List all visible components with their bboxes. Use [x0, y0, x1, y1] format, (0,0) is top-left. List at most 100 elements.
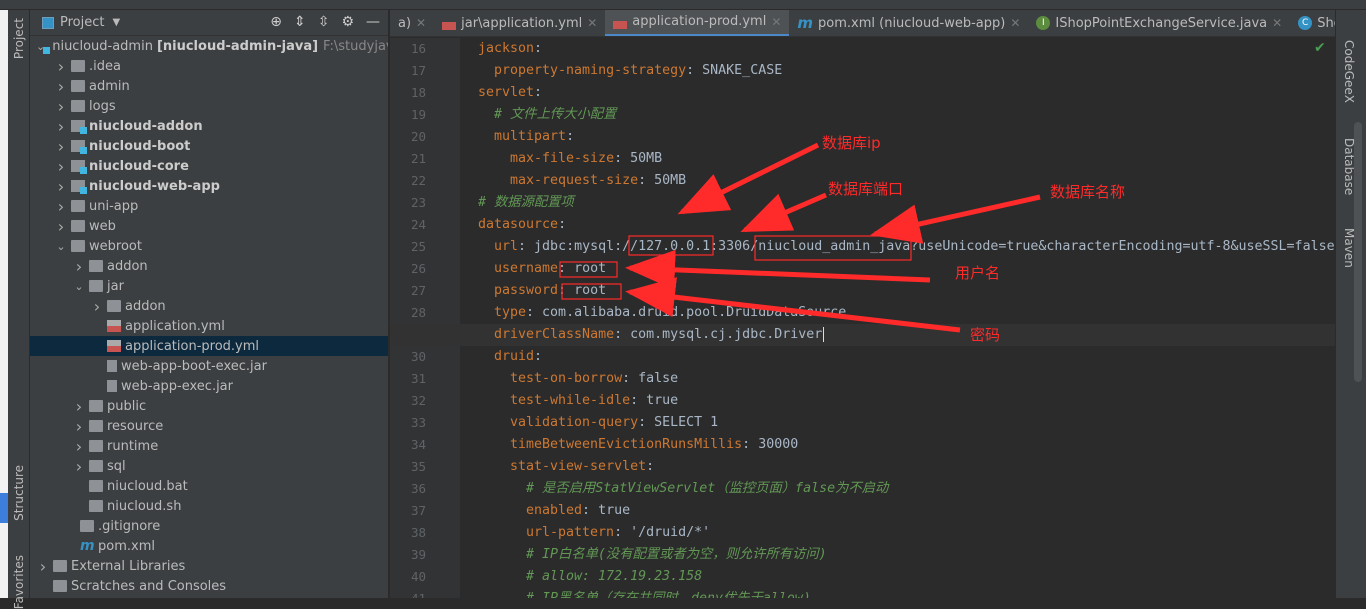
tree-item[interactable]: › niucloud-core [30, 156, 388, 176]
code-line[interactable]: url-pattern: '/druid/*' [390, 522, 1335, 544]
tree-item[interactable]: Scratches and Consoles [30, 576, 388, 596]
chevron-right-icon[interactable]: › [54, 117, 68, 136]
code-line[interactable]: # 文件上传大小配置 [390, 104, 1335, 126]
close-icon[interactable]: ✕ [1010, 16, 1020, 30]
project-tool-button[interactable]: Project [12, 18, 26, 59]
tree-item[interactable]: › sql [30, 456, 388, 476]
close-icon[interactable]: ✕ [771, 15, 781, 29]
tab-2[interactable]: application-prod.yml ✕ [605, 10, 790, 36]
code-line[interactable]: # IP白名单(没有配置或者为空，则允许所有访问) [390, 544, 1335, 566]
chevron-right-icon[interactable]: › [36, 557, 50, 576]
gear-icon[interactable]: ⚙ [341, 14, 354, 30]
code-line[interactable]: stat-view-servlet: [390, 456, 1335, 478]
code-line[interactable]: test-on-borrow: false [390, 368, 1335, 390]
code-line[interactable]: driverClassName: com.mysql.cj.jdbc.Drive… [390, 324, 1335, 346]
code-line[interactable]: # IP黑名单（存在共同时，deny优先于allow) [390, 588, 1335, 598]
chevron-right-icon[interactable]: › [54, 217, 68, 236]
chevron-right-icon[interactable]: › [54, 137, 68, 156]
yaml-key: test-while-idle [510, 393, 631, 408]
collapse-all-icon[interactable]: ⇳ [318, 14, 330, 30]
tree-item[interactable]: › niucloud-addon [30, 116, 388, 136]
code-line[interactable]: type: com.alibaba.druid.pool.DruidDataSo… [390, 302, 1335, 324]
tab-1[interactable]: jar\application.yml ✕ [434, 10, 605, 36]
tree-item[interactable]: › public [30, 396, 388, 416]
tree-item-label: runtime [107, 438, 159, 454]
tree-item[interactable]: › runtime [30, 436, 388, 456]
chevron-right-icon[interactable]: › [72, 397, 86, 416]
favorites-tool-button[interactable]: Favorites [12, 555, 26, 609]
code-line[interactable]: property-naming-strategy: SNAKE_CASE [390, 60, 1335, 82]
tree-item-label: niucloud-core [89, 158, 189, 174]
chevron-right-icon[interactable]: › [90, 297, 104, 316]
chevron-right-icon[interactable]: › [54, 177, 68, 196]
tree-item[interactable]: .gitignore [30, 516, 388, 536]
tree-item[interactable]: › admin [30, 76, 388, 96]
tree-item[interactable]: niucloud.sh [30, 496, 388, 516]
tree-item[interactable]: › .idea [30, 56, 388, 76]
tab-4[interactable]: I IShopPointExchangeService.java ✕ [1028, 10, 1290, 36]
code-line[interactable]: enabled: true [390, 500, 1335, 522]
codegeex-tool-button[interactable]: CodeGeeX [1342, 40, 1356, 103]
code-line[interactable]: servlet: [390, 82, 1335, 104]
code-line[interactable]: url: jdbc:mysql://127.0.0.1:3306/niuclou… [390, 236, 1335, 258]
tree-item[interactable]: ⌄ webroot [30, 236, 388, 256]
tab-0[interactable]: a) ✕ [390, 10, 434, 36]
chevron-down-icon[interactable]: ⌄ [72, 280, 86, 293]
tree-item[interactable]: web-app-boot-exec.jar [30, 356, 388, 376]
project-view-selector[interactable]: Project [60, 15, 104, 30]
code-line[interactable]: test-while-idle: true [390, 390, 1335, 412]
code-line[interactable]: druid: [390, 346, 1335, 368]
chevron-right-icon[interactable]: › [72, 417, 86, 436]
tree-item[interactable]: › addon [30, 256, 388, 276]
folder-icon [71, 240, 85, 252]
chevron-right-icon[interactable]: › [72, 457, 86, 476]
code-line[interactable]: username: root [390, 258, 1335, 280]
structure-tool-button[interactable]: Structure [12, 465, 26, 521]
tab-5[interactable]: C ShopPointEx [1290, 10, 1335, 36]
code-line[interactable]: validation-query: SELECT 1 [390, 412, 1335, 434]
chevron-down-icon[interactable]: ▼ [112, 17, 120, 28]
hide-icon[interactable]: — [366, 14, 380, 30]
tree-item[interactable]: › niucloud-boot [30, 136, 388, 156]
close-icon[interactable]: ✕ [416, 16, 426, 30]
expand-all-icon[interactable]: ⇕ [294, 14, 306, 30]
code-line[interactable]: jackson: [390, 38, 1335, 60]
tree-item-label: External Libraries [71, 558, 186, 574]
chevron-right-icon[interactable]: › [54, 197, 68, 216]
tree-item[interactable]: › External Libraries [30, 556, 388, 576]
chevron-right-icon[interactable]: › [54, 77, 68, 96]
tree-item[interactable]: › resource [30, 416, 388, 436]
chevron-right-icon[interactable]: › [72, 257, 86, 276]
tree-item[interactable]: application-prod.yml [30, 336, 388, 356]
tree-item[interactable]: › logs [30, 96, 388, 116]
tree-item[interactable]: m pom.xml [30, 536, 388, 556]
close-icon[interactable]: ✕ [1272, 16, 1282, 30]
code-line[interactable]: timeBetweenEvictionRunsMillis: 30000 [390, 434, 1335, 456]
chevron-down-icon[interactable]: ⌄ [54, 240, 68, 253]
yaml-value: com.alibaba.druid.pool.DruidDataSource [542, 305, 847, 320]
chevron-right-icon[interactable]: › [72, 437, 86, 456]
locate-icon[interactable]: ⊕ [270, 14, 282, 30]
tree-item[interactable]: › niucloud-web-app [30, 176, 388, 196]
tree-item[interactable]: ⌄ niucloud-admin [niucloud-admin-java] F:\s… [30, 36, 388, 56]
code-line[interactable]: # 是否启用StatViewServlet（监控页面）false为不启动 [390, 478, 1335, 500]
tree-item[interactable]: niucloud.bat [30, 476, 388, 496]
module-icon [71, 120, 87, 134]
code-line[interactable]: password: root [390, 280, 1335, 302]
tree-item[interactable]: application.yml [30, 316, 388, 336]
tab-3[interactable]: m pom.xml (niucloud-web-app) ✕ [789, 10, 1028, 36]
code-line[interactable]: # allow: 172.19.23.158 [390, 566, 1335, 588]
code-line[interactable]: datasource: [390, 214, 1335, 236]
chevron-right-icon[interactable]: › [54, 97, 68, 116]
chevron-right-icon[interactable]: › [54, 157, 68, 176]
chevron-right-icon[interactable]: › [54, 57, 68, 76]
tree-item[interactable]: › addon [30, 296, 388, 316]
tree-item[interactable]: web-app-exec.jar [30, 376, 388, 396]
code-editor[interactable]: 1617181920212223242526272829303132333435… [390, 38, 1335, 598]
close-icon[interactable]: ✕ [587, 16, 597, 30]
editor-scrollbar[interactable] [1354, 122, 1362, 382]
folder-icon [89, 400, 103, 412]
tree-item[interactable]: ⌄ jar [30, 276, 388, 296]
tree-item[interactable]: › uni-app [30, 196, 388, 216]
tree-item[interactable]: › web [30, 216, 388, 236]
